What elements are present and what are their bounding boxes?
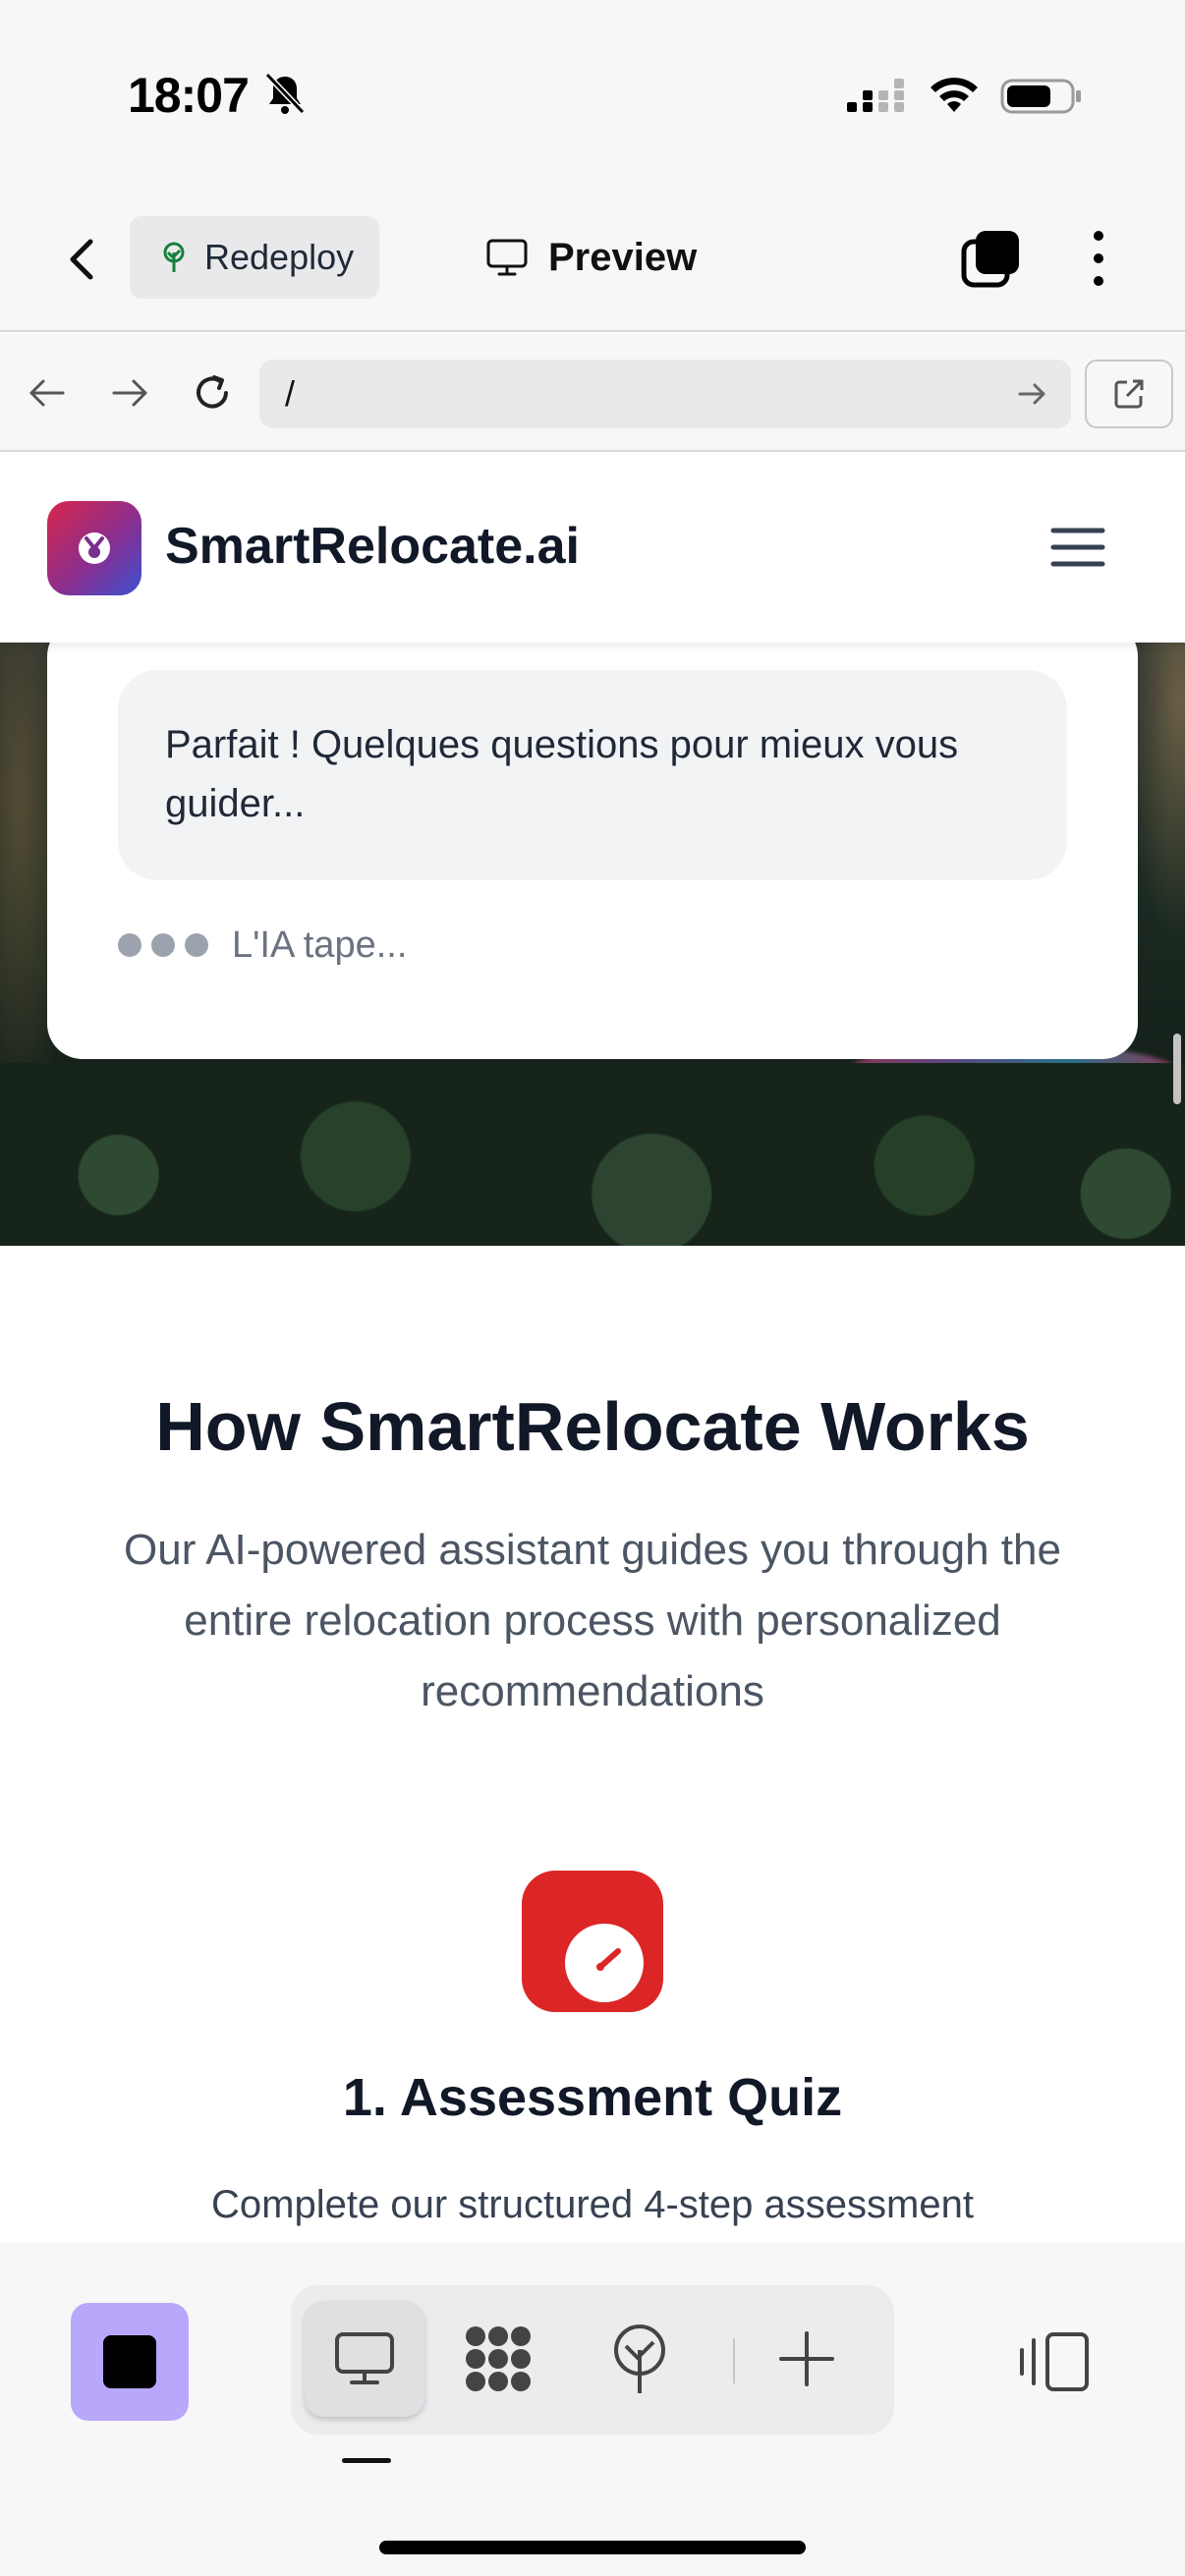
tabs-icon[interactable] bbox=[961, 228, 1022, 289]
reload-icon[interactable] bbox=[191, 371, 234, 415]
site-viewport: SmartRelocate.ai Parfait ! Quelques ques… bbox=[0, 454, 1185, 2242]
preview-view-button[interactable] bbox=[305, 2301, 424, 2417]
add-button[interactable] bbox=[747, 2301, 867, 2417]
wifi-icon bbox=[931, 78, 978, 112]
apps-icon bbox=[466, 2326, 531, 2391]
bell-slash-icon bbox=[264, 72, 306, 115]
open-external-button[interactable] bbox=[1085, 360, 1173, 428]
browser-bar: / bbox=[0, 334, 1185, 452]
step-description: Complete our structured 4-step assessmen… bbox=[211, 2183, 974, 2226]
page-scrollbar[interactable] bbox=[1173, 1034, 1181, 1104]
battery-icon bbox=[1000, 79, 1081, 114]
panel-icon[interactable] bbox=[1018, 2330, 1091, 2393]
status-time: 18:07 bbox=[128, 68, 250, 123]
arrow-left-icon[interactable] bbox=[26, 371, 69, 415]
chat-message: Parfait ! Quelques questions pour mieux … bbox=[118, 670, 1067, 880]
go-arrow-icon[interactable] bbox=[1016, 377, 1049, 411]
typing-dot bbox=[185, 933, 208, 957]
preview-title[interactable]: Preview bbox=[485, 228, 697, 287]
typing-dot bbox=[151, 933, 175, 957]
site-header: SmartRelocate.ai bbox=[0, 454, 1185, 643]
url-field[interactable]: / bbox=[259, 360, 1071, 428]
more-vertical-icon[interactable] bbox=[1079, 228, 1118, 289]
deploy-view-button[interactable] bbox=[580, 2301, 700, 2417]
arrow-right-icon[interactable] bbox=[108, 371, 151, 415]
redeploy-label: Redeploy bbox=[204, 237, 355, 277]
url-text: / bbox=[285, 373, 296, 414]
apps-view-button[interactable] bbox=[438, 2301, 558, 2417]
preview-label: Preview bbox=[548, 235, 698, 279]
app-toolbar: Redeploy Preview bbox=[0, 187, 1185, 332]
section-title: How SmartRelocate Works bbox=[155, 1388, 1030, 1465]
section-subtitle: Our AI-powered assistant guides you thro… bbox=[124, 1526, 1061, 1715]
home-indicator[interactable] bbox=[379, 2541, 806, 2554]
stop-icon bbox=[103, 2335, 156, 2388]
monitor-icon bbox=[335, 2332, 394, 2384]
chat-card: Parfait ! Quelques questions pour mieux … bbox=[47, 621, 1138, 1059]
typing-dot bbox=[118, 933, 141, 957]
stop-button[interactable] bbox=[71, 2303, 189, 2421]
plus-icon bbox=[779, 2331, 834, 2386]
brand-logo[interactable] bbox=[47, 501, 141, 595]
step-title: 1. Assessment Quiz bbox=[342, 2068, 843, 2127]
typing-indicator: L'IA tape... bbox=[118, 916, 407, 975]
status-bar: 18:07 bbox=[0, 0, 1185, 187]
switcher-divider bbox=[733, 2338, 735, 2383]
active-tab-indicator bbox=[342, 2458, 391, 2463]
back-chevron-icon[interactable] bbox=[61, 232, 104, 287]
external-link-icon bbox=[1114, 379, 1144, 409]
signal-icon bbox=[847, 79, 904, 112]
typing-label: L'IA tape... bbox=[232, 924, 408, 966]
assessment-icon-tile bbox=[522, 1871, 663, 2012]
redeploy-button[interactable]: Redeploy bbox=[130, 216, 379, 299]
gauge-icon bbox=[565, 1924, 644, 2002]
hamburger-icon[interactable] bbox=[1049, 525, 1106, 570]
view-switcher bbox=[291, 2285, 894, 2435]
tree-icon bbox=[163, 242, 185, 272]
logo-mark-icon bbox=[79, 532, 110, 564]
deploy-icon bbox=[614, 2324, 665, 2393]
bottom-toolbar bbox=[0, 2242, 1185, 2576]
monitor-icon bbox=[486, 239, 528, 276]
brand-name[interactable]: SmartRelocate.ai bbox=[165, 517, 580, 576]
